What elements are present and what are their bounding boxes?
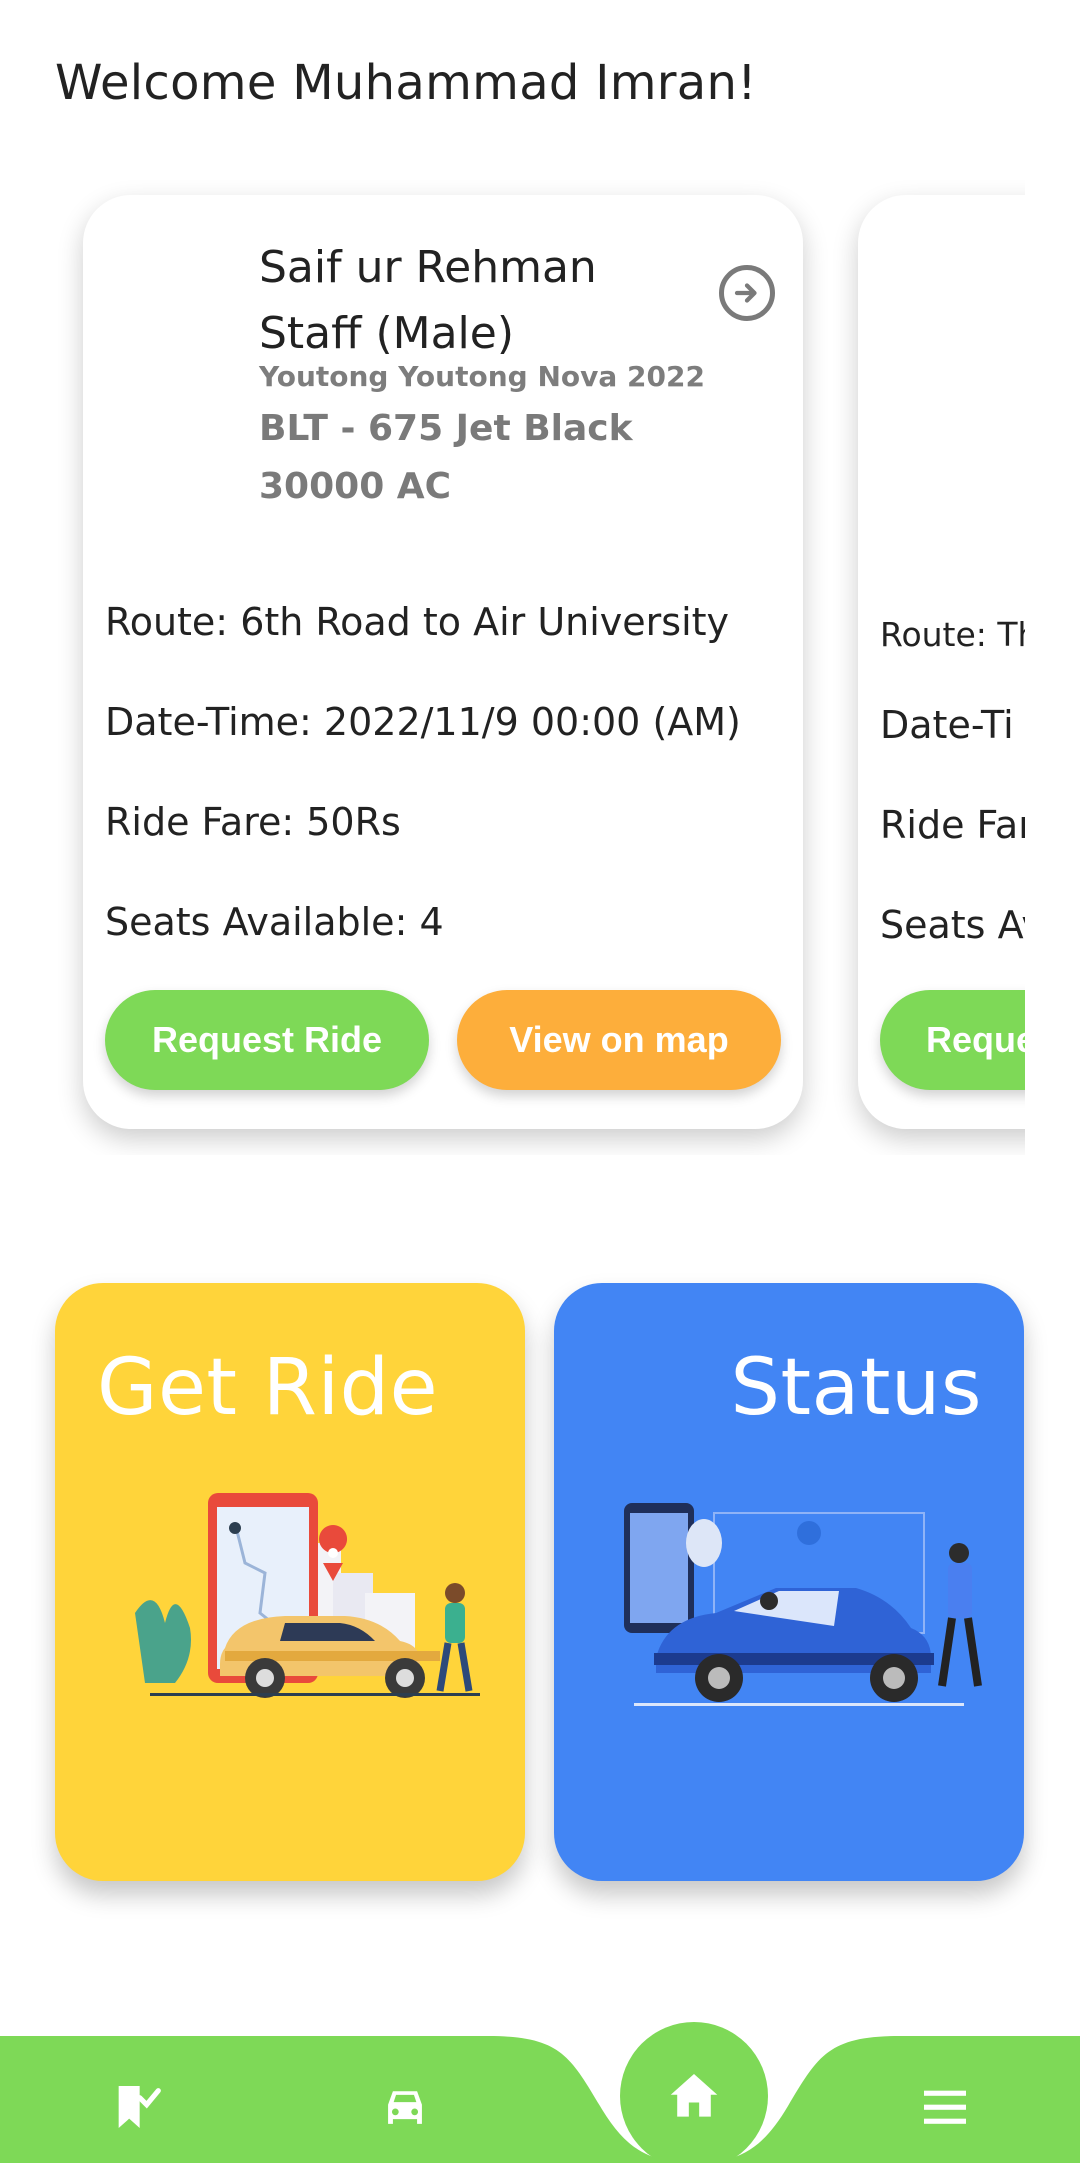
- welcome-heading: Welcome Muhammad Imran!: [55, 55, 757, 111]
- route-text: Route: 6th Road to Air University: [105, 600, 730, 644]
- seats-text: Seats Available: 4: [105, 900, 444, 944]
- home-icon: [670, 2074, 718, 2117]
- view-on-map-button[interactable]: View on map: [457, 990, 781, 1090]
- driver-name: Saif ur Rehman: [259, 242, 597, 293]
- status-tile[interactable]: Status: [554, 1283, 1024, 1881]
- nav-bookmark-button[interactable]: [100, 2072, 170, 2142]
- seats-text: Seats Av: [880, 903, 1025, 947]
- fare-text: Ride Far: [880, 803, 1025, 847]
- ride-carousel[interactable]: Saif ur Rehman Staff (Male) Youtong Yout…: [55, 170, 1025, 1155]
- ride-card: Saif ur Rehman Staff (Male) Youtong Yout…: [83, 195, 803, 1129]
- get-ride-title: Get Ride: [97, 1343, 439, 1433]
- ride-card: Route: Th Date-Ti Ride Far Seats Av Requ…: [858, 195, 1025, 1129]
- vehicle-model: Youtong Youtong Nova 2022: [259, 360, 705, 393]
- ride-status-illustration: [624, 1503, 982, 1706]
- datetime-text: Date-Ti: [880, 703, 1014, 747]
- nav-menu-button[interactable]: [910, 2072, 980, 2142]
- request-ride-button[interactable]: Reque: [880, 990, 1025, 1090]
- driver-role: Staff (Male): [259, 308, 514, 359]
- datetime-text: Date-Time: 2022/11/9 00:00 (AM): [105, 700, 741, 744]
- bookmark-check-icon: [118, 2086, 161, 2128]
- driver-info: Saif ur Rehman Staff (Male): [259, 235, 597, 367]
- arrow-right-icon: [734, 283, 757, 303]
- bottom-navigation: [0, 2022, 1080, 2163]
- nav-home-button[interactable]: [620, 2022, 768, 2163]
- fare-text: Ride Fare: 50Rs: [105, 800, 401, 844]
- status-title: Status: [730, 1343, 982, 1433]
- request-ride-button[interactable]: Request Ride: [105, 990, 429, 1090]
- route-text: Route: Th: [880, 615, 1025, 654]
- vehicle-plate: BLT - 675 Jet Black 30000 AC: [259, 408, 633, 507]
- menu-icon: [924, 2090, 966, 2124]
- car-icon: [388, 2091, 422, 2124]
- nav-rides-button[interactable]: [370, 2072, 440, 2142]
- get-ride-tile[interactable]: Get Ride: [55, 1283, 525, 1881]
- taxi-booking-illustration: [135, 1493, 480, 1698]
- open-ride-details-button[interactable]: [719, 265, 775, 321]
